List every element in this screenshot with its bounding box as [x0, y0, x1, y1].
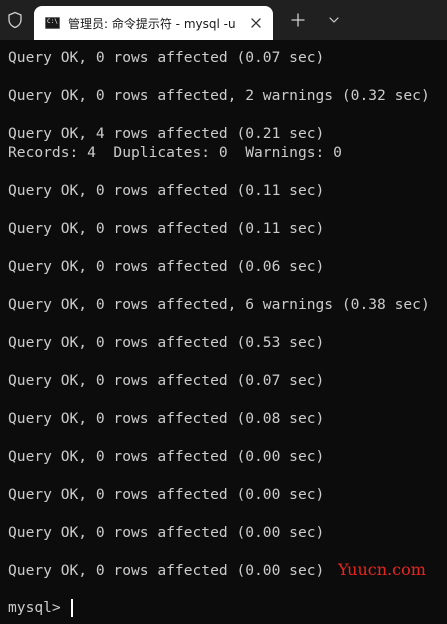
terminal-window: 管理员: 命令提示符 - mysql -u Query OK, 0 rows a… — [0, 0, 447, 624]
terminal-output[interactable]: Query OK, 0 rows affected (0.07 sec) Que… — [0, 40, 447, 624]
tab-bar: 管理员: 命令提示符 - mysql -u — [0, 0, 447, 40]
output-line: Query OK, 0 rows affected, 2 warnings (0… — [8, 87, 430, 104]
text-cursor[interactable] — [71, 599, 73, 617]
tab-command-prompt[interactable]: 管理员: 命令提示符 - mysql -u — [34, 6, 273, 40]
output-line: Query OK, 0 rows affected (0.11 sec) — [8, 220, 325, 237]
output-line: Query OK, 0 rows affected (0.07 sec) — [8, 372, 325, 389]
mysql-prompt: mysql> — [8, 599, 70, 616]
output-line: Query OK, 0 rows affected (0.00 sec) — [8, 486, 325, 503]
chevron-down-icon[interactable] — [328, 15, 340, 25]
output-line: Query OK, 4 rows affected (0.21 sec) — [8, 125, 325, 142]
output-line: Query OK, 0 rows affected (0.00 sec) — [8, 562, 325, 579]
output-line: Query OK, 0 rows affected (0.06 sec) — [8, 258, 325, 275]
shield-icon[interactable] — [6, 11, 24, 29]
output-line: Query OK, 0 rows affected (0.53 sec) — [8, 334, 325, 351]
output-line: Query OK, 0 rows affected (0.08 sec) — [8, 410, 325, 427]
output-line: Query OK, 0 rows affected (0.00 sec) — [8, 524, 325, 541]
tab-title: 管理员: 命令提示符 - mysql -u — [68, 17, 236, 31]
cmd-icon — [45, 17, 60, 29]
output-line: Query OK, 0 rows affected, 6 warnings (0… — [8, 296, 430, 313]
output-line: Records: 4 Duplicates: 0 Warnings: 0 — [8, 144, 342, 161]
watermark: Yuucn.com — [338, 560, 426, 579]
close-icon[interactable] — [248, 15, 264, 31]
output-line: Query OK, 0 rows affected (0.07 sec) — [8, 49, 325, 66]
output-line: Query OK, 0 rows affected (0.11 sec) — [8, 182, 325, 199]
output-line: Query OK, 0 rows affected (0.00 sec) — [8, 448, 325, 465]
plus-icon[interactable] — [290, 12, 306, 28]
